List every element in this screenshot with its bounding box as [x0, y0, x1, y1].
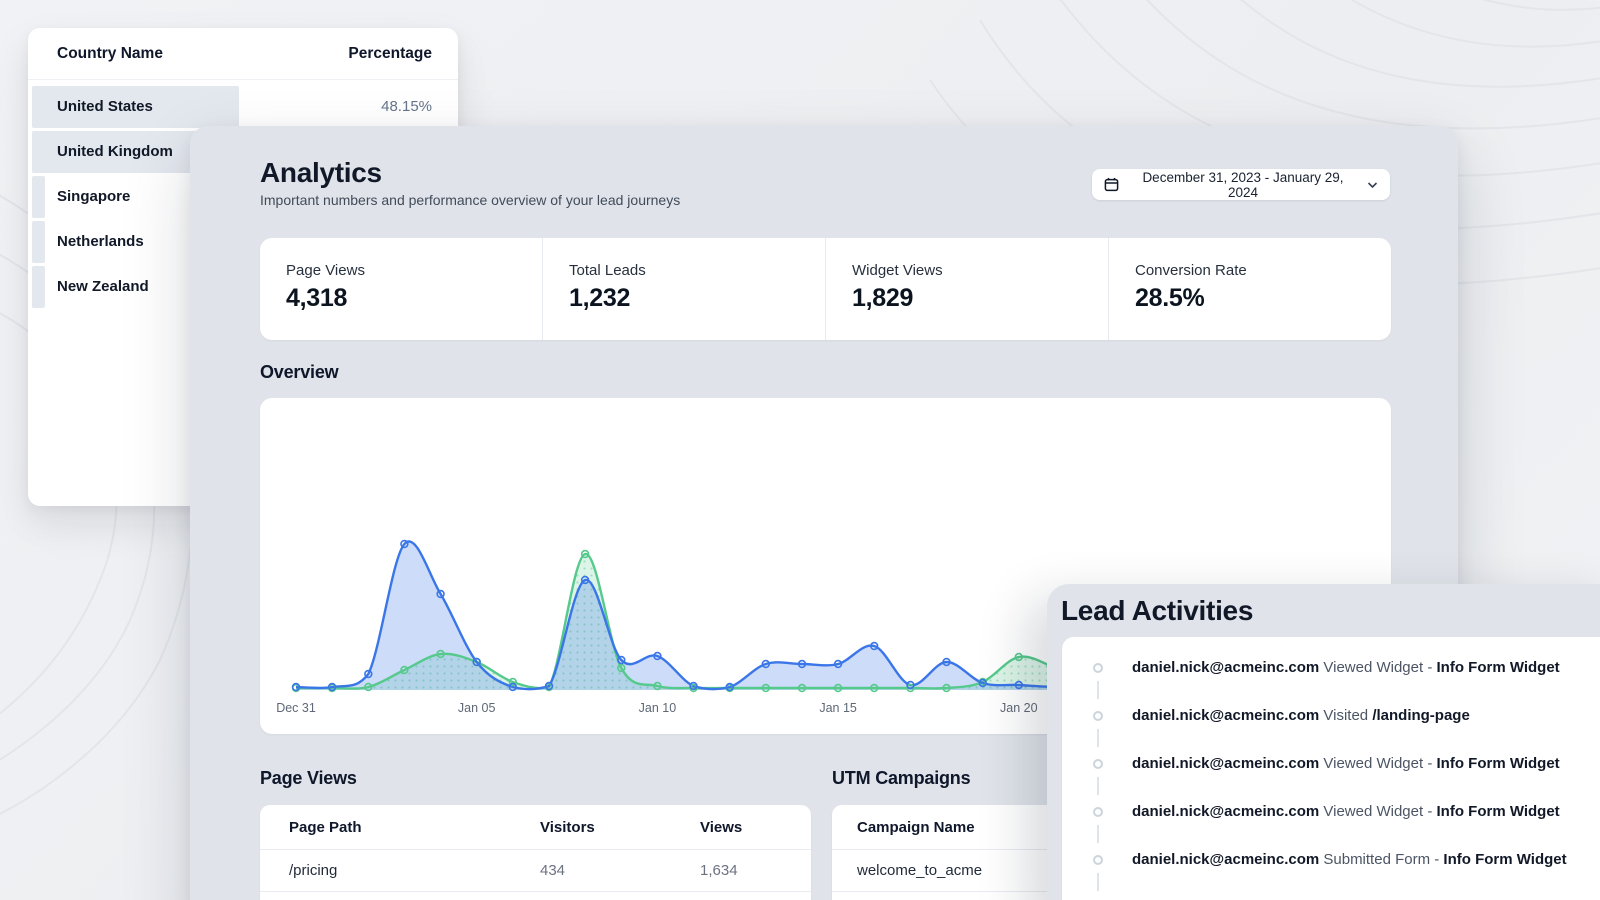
timeline-dot-icon	[1093, 855, 1103, 865]
chevron-down-icon	[1367, 181, 1378, 189]
stat-page-views: Page Views 4,318	[260, 238, 542, 340]
column-header-percentage: Percentage	[348, 45, 432, 63]
country-name: Singapore	[57, 176, 130, 218]
x-axis-tick-label: Jan 20	[1000, 701, 1038, 715]
country-name: United Kingdom	[57, 131, 173, 173]
cell-views: 1,634	[700, 850, 738, 892]
column-header-country-name: Country Name	[57, 45, 163, 63]
timeline-connector	[1097, 873, 1099, 891]
x-axis-tick-label: Jan 05	[458, 701, 496, 715]
lead-activities-list: daniel.nick@acmeinc.com Viewed Widget - …	[1062, 637, 1600, 884]
stat-conversion-rate: Conversion Rate 28.5%	[1108, 238, 1391, 340]
stat-total-leads: Total Leads 1,232	[542, 238, 825, 340]
lead-activity-text: daniel.nick@acmeinc.com Visited /landing…	[1132, 692, 1470, 740]
page-title: Analytics	[260, 157, 382, 189]
calendar-icon	[1104, 177, 1119, 192]
lead-activity-item: daniel.nick@acmeinc.com Viewed Widget - …	[1062, 788, 1600, 836]
column-header-campaign-name: Campaign Name	[857, 805, 975, 850]
country-table-header: Country Name Percentage	[28, 28, 458, 80]
stat-value: 1,829	[852, 284, 1108, 313]
stat-widget-views: Widget Views 1,829	[825, 238, 1108, 340]
percentage-bar	[32, 176, 45, 218]
utm-section-title: UTM Campaigns	[832, 768, 970, 789]
stat-label: Widget Views	[852, 262, 1108, 279]
cell-visitors: 434	[540, 850, 565, 892]
timeline-dot-icon	[1093, 807, 1103, 817]
x-axis-tick-label: Jan 15	[819, 701, 857, 715]
country-name: Netherlands	[57, 221, 144, 263]
stat-value: 28.5%	[1135, 284, 1391, 313]
lead-activity-text: daniel.nick@acmeinc.com Viewed Widget - …	[1132, 644, 1560, 692]
lead-activity-item: daniel.nick@acmeinc.com Visited /landing…	[1062, 692, 1600, 740]
percentage-bar	[32, 221, 45, 263]
table-header-row: Page Path Visitors Views	[260, 805, 811, 850]
x-axis-tick-label: Dec 31	[276, 701, 316, 715]
table-row-partial	[260, 892, 811, 900]
timeline-dot-icon	[1093, 759, 1103, 769]
cell-campaign-name: welcome_to_acme	[857, 850, 982, 892]
cell-page-path: /pricing	[289, 850, 337, 892]
lead-activity-item: daniel.nick@acmeinc.com Submitted Form -…	[1062, 836, 1600, 884]
stat-value: 1,232	[569, 284, 825, 313]
date-range-picker[interactable]: December 31, 2023 - January 29, 2024	[1092, 169, 1390, 200]
lead-activities-title: Lead Activities	[1061, 595, 1253, 627]
column-header-views: Views	[700, 805, 742, 850]
country-name: New Zealand	[57, 266, 149, 308]
timeline-dot-icon	[1093, 711, 1103, 721]
timeline-dot-icon	[1093, 663, 1103, 673]
lead-activity-text: daniel.nick@acmeinc.com Submitted Form -…	[1132, 836, 1567, 884]
lead-activities-card: daniel.nick@acmeinc.com Viewed Widget - …	[1062, 637, 1600, 900]
page-subtitle: Important numbers and performance overvi…	[260, 192, 680, 208]
lead-activity-item: daniel.nick@acmeinc.com Viewed Widget - …	[1062, 644, 1600, 692]
table-row: /pricing 434 1,634	[260, 850, 811, 892]
stat-label: Total Leads	[569, 262, 825, 279]
page-views-table: Page Path Visitors Views /pricing 434 1,…	[260, 805, 811, 900]
column-header-visitors: Visitors	[540, 805, 595, 850]
date-range-label: December 31, 2023 - January 29, 2024	[1127, 170, 1359, 200]
overview-section-title: Overview	[260, 362, 338, 383]
country-name: United States	[57, 86, 153, 128]
stat-value: 4,318	[286, 284, 542, 313]
stat-label: Conversion Rate	[1135, 262, 1391, 279]
column-header-page-path: Page Path	[289, 805, 362, 850]
lead-activity-item: daniel.nick@acmeinc.com Viewed Widget - …	[1062, 740, 1600, 788]
country-percentage: 48.15%	[381, 86, 432, 128]
lead-activity-text: daniel.nick@acmeinc.com Viewed Widget - …	[1132, 740, 1560, 788]
page-views-section-title: Page Views	[260, 768, 357, 789]
x-axis-tick-label: Jan 10	[639, 701, 677, 715]
stat-label: Page Views	[286, 262, 542, 279]
stats-summary: Page Views 4,318 Total Leads 1,232 Widge…	[260, 238, 1391, 340]
percentage-bar	[32, 266, 45, 308]
country-row: United States 48.15%	[28, 86, 458, 128]
lead-activities-panel: Lead Activities daniel.nick@acmeinc.com …	[1047, 584, 1600, 900]
lead-activity-text: daniel.nick@acmeinc.com Viewed Widget - …	[1132, 788, 1560, 836]
